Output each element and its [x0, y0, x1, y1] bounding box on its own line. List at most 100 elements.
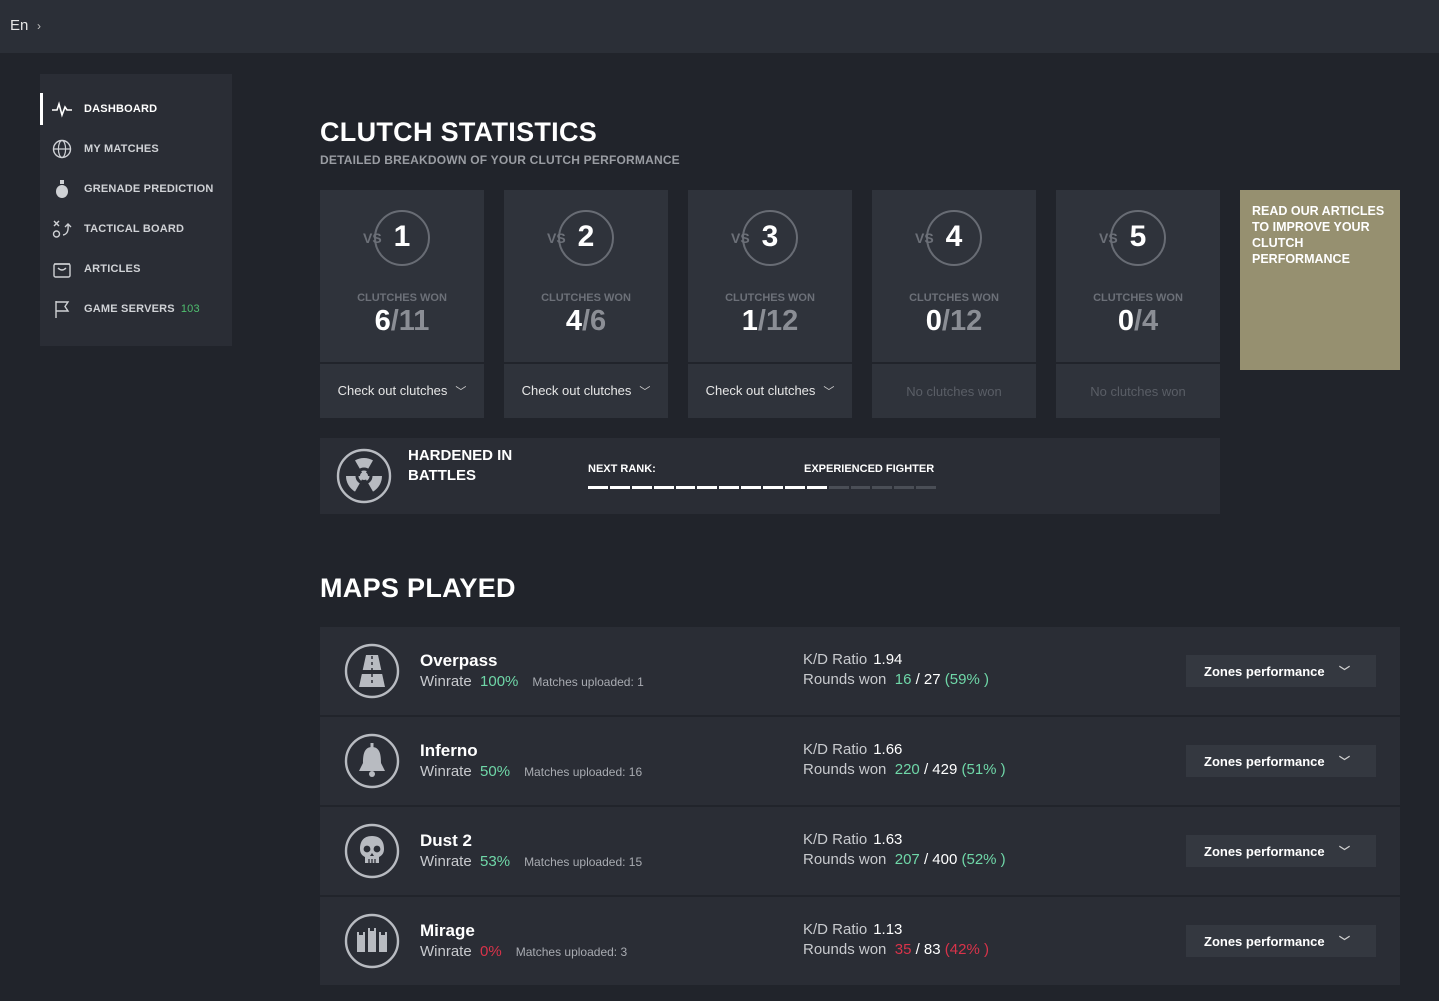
- rounds-label: Rounds won: [803, 671, 887, 688]
- rounds-label: Rounds won: [803, 761, 887, 778]
- clutch-card-stats: VS 2 CLUTCHES WON 4/6: [504, 190, 668, 362]
- articles-promo-banner[interactable]: READ OUR ARTICLES TO IMPROVE YOUR CLUTCH…: [1240, 190, 1400, 370]
- rank-progress-segment: [916, 486, 936, 489]
- rank-progress-segment: [872, 486, 893, 489]
- rounds-won: Rounds won 16 / 27 (59% ): [803, 671, 989, 688]
- sidebar-item-my-matches[interactable]: MY MATCHES: [40, 129, 232, 169]
- sidebar-item-game-servers[interactable]: GAME SERVERS 103: [40, 289, 232, 329]
- rank-progress-segment: [828, 486, 849, 489]
- clutches-separator: /: [757, 305, 766, 337]
- clutches-total: 4: [1142, 305, 1159, 337]
- zones-performance-button[interactable]: Zones performance ﹀: [1186, 925, 1376, 957]
- clutch-card-action: No clutches won: [1056, 364, 1220, 418]
- clutch-title: CLUTCH STATISTICS: [320, 117, 598, 147]
- kd-ratio: K/D Ratio 1.66: [803, 741, 902, 758]
- kd-ratio: K/D Ratio 1.94: [803, 651, 902, 668]
- rounds-won-value: 35: [894, 941, 912, 958]
- rounds-won: Rounds won 207 / 400 (52% ): [803, 851, 1006, 868]
- check-out-clutches-button[interactable]: Check out clutches ﹀: [522, 383, 651, 399]
- rounds-total: / 400: [923, 851, 958, 868]
- sidebar-item-articles[interactable]: ARTICLES: [40, 249, 232, 289]
- rounds-total: / 27: [915, 671, 941, 688]
- clutches-separator: /: [581, 305, 591, 337]
- clutch-card-stats: VS 4 CLUTCHES WON 0/12: [872, 190, 1036, 362]
- map-winrate: Winrate 0% Matches uploaded: 3: [420, 943, 627, 960]
- vs-number: 1: [393, 220, 411, 253]
- zones-performance-button[interactable]: Zones performance ﹀: [1186, 655, 1376, 687]
- maps-title: MAPS PLAYED: [320, 573, 516, 603]
- zones-performance-button[interactable]: Zones performance ﹀: [1186, 835, 1376, 867]
- winrate-label: Winrate: [420, 853, 472, 870]
- map-winrate: Winrate 100% Matches uploaded: 1: [420, 673, 644, 690]
- clutch-subtitle: DETAILED BREAKDOWN OF YOUR CLUTCH PERFOR…: [320, 153, 680, 167]
- sidebar-item-tactical-board[interactable]: TACTICAL BOARD: [40, 209, 232, 249]
- next-rank-name: EXPERIENCED FIGHTER: [804, 463, 935, 475]
- towers-icon: [344, 913, 400, 969]
- rounds-percent: (52% ): [961, 851, 1006, 868]
- sidebar-item-label: ARTICLES: [84, 263, 141, 275]
- kd-label: K/D Ratio: [803, 921, 868, 938]
- map-row-inferno: Inferno Winrate 50% Matches uploaded: 16 …: [320, 717, 1400, 805]
- rank-progress-segment: [850, 486, 871, 489]
- language-selector[interactable]: En: [10, 17, 28, 34]
- rounds-percent: (51% ): [961, 761, 1006, 778]
- winrate-value: 53%: [480, 853, 511, 870]
- chevron-down-icon: ﹀: [1339, 846, 1350, 858]
- clutch-card-vs2: VS 2 CLUTCHES WON 4/6 Check out clutches…: [504, 190, 668, 418]
- sidebar-item-grenade-prediction[interactable]: GRENADE PREDICTION: [40, 169, 232, 209]
- clutches-won-label: CLUTCHES WON: [909, 292, 999, 304]
- skull-icon: [344, 823, 400, 879]
- kd-label: K/D Ratio: [803, 651, 868, 668]
- clutches-total: 11: [398, 305, 430, 337]
- clutches-separator: /: [390, 305, 399, 337]
- kd-ratio: K/D Ratio 1.13: [803, 921, 902, 938]
- rank-progress-segment: [806, 486, 827, 489]
- clutch-card-vs3: VS 3 CLUTCHES WON 1/12 Check out clutche…: [688, 190, 852, 418]
- sidebar-item-label: GAME SERVERS 103: [84, 303, 200, 315]
- clutches-total: 12: [949, 305, 983, 337]
- server-count-badge: 103: [180, 303, 200, 315]
- clutches-won-value: 6/11: [320, 305, 484, 338]
- map-name: Inferno: [420, 741, 478, 760]
- chevron-down-icon: ﹀: [1339, 936, 1350, 948]
- clutches-total: 12: [765, 305, 799, 337]
- zones-performance-label: Zones performance: [1204, 753, 1325, 769]
- sidebar-item-dashboard[interactable]: DASHBOARD: [40, 89, 232, 129]
- clutches-won-label: CLUTCHES WON: [357, 292, 447, 304]
- vs-number: 2: [577, 220, 595, 253]
- no-clutches-label: No clutches won: [906, 383, 1002, 399]
- vs-number: 3: [761, 220, 779, 253]
- clutches-total: 6: [590, 305, 607, 337]
- tactics-icon: [51, 218, 73, 240]
- rounds-total: / 429: [923, 761, 958, 778]
- clutches-separator: /: [1133, 305, 1143, 337]
- map-row-mirage: Mirage Winrate 0% Matches uploaded: 3 K/D…: [320, 897, 1400, 985]
- matches-uploaded: Matches uploaded: 3: [515, 945, 628, 959]
- clutches-won-value: 1/12: [688, 305, 852, 338]
- kd-value: 1.63: [873, 831, 903, 848]
- zones-performance-button[interactable]: Zones performance ﹀: [1186, 745, 1376, 777]
- language-chevron-icon[interactable]: ›: [37, 19, 41, 33]
- check-out-clutches-label: Check out clutches: [521, 383, 632, 398]
- rounds-won-value: 207: [894, 851, 920, 868]
- clutch-card-action[interactable]: Check out clutches ﹀: [320, 364, 484, 418]
- clutches-won-value: 0/4: [1056, 305, 1220, 338]
- clutches-won-label: CLUTCHES WON: [541, 292, 631, 304]
- check-out-clutches-button[interactable]: Check out clutches ﹀: [338, 383, 467, 399]
- kd-value: 1.66: [873, 741, 903, 758]
- check-out-clutches-button[interactable]: Check out clutches ﹀: [706, 383, 835, 399]
- clutch-card-action[interactable]: Check out clutches ﹀: [688, 364, 852, 418]
- rounds-won: Rounds won 220 / 429 (51% ): [803, 761, 1006, 778]
- rounds-percent: (59% ): [944, 671, 989, 688]
- rounds-total: / 83: [915, 941, 941, 958]
- clutch-card-vs4: VS 4 CLUTCHES WON 0/12 No clutches won: [872, 190, 1036, 418]
- map-name: Overpass: [420, 651, 498, 670]
- rank-progress-segment: [741, 486, 761, 489]
- matches-uploaded: Matches uploaded: 15: [524, 855, 643, 869]
- winrate-label: Winrate: [420, 673, 472, 690]
- winrate-label: Winrate: [420, 943, 472, 960]
- clutches-separator: /: [941, 305, 950, 337]
- kd-value: 1.13: [873, 921, 903, 938]
- rank-progress-segment: [763, 486, 783, 489]
- clutch-card-action[interactable]: Check out clutches ﹀: [504, 364, 668, 418]
